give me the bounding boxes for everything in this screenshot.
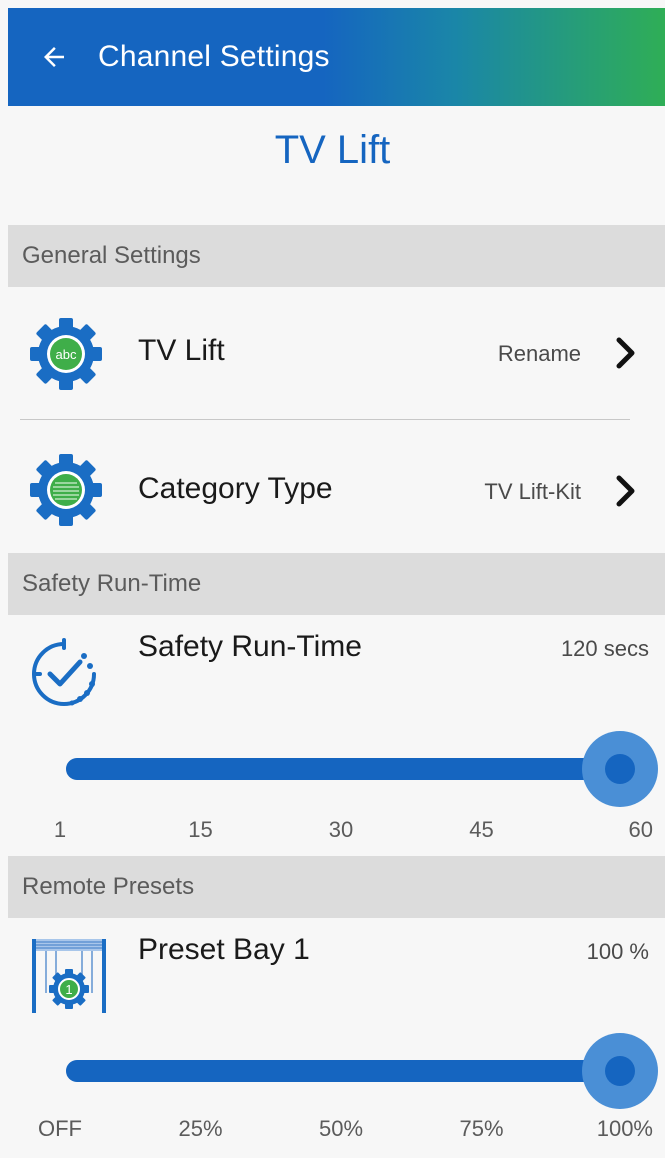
tick-label: 1	[53, 817, 67, 842]
tick-label: 15	[188, 817, 213, 842]
rename-action-label[interactable]: Rename	[498, 341, 581, 367]
channel-title: TV Lift	[274, 128, 391, 172]
safety-runtime-slider[interactable]	[66, 731, 658, 807]
slider-thumb[interactable]	[605, 1056, 635, 1086]
safety-runtime-row: Safety Run-Time 120 secs	[8, 616, 665, 736]
clock-check-icon	[32, 638, 96, 706]
preset-bay-slider[interactable]	[66, 1033, 658, 1109]
app-bar: Channel Settings	[8, 8, 665, 106]
tick-label: 50%	[318, 1116, 364, 1141]
tick-label: 30	[328, 817, 354, 842]
rename-row-label: TV Lift	[138, 334, 225, 367]
back-button[interactable]	[30, 33, 78, 81]
slider-thumb[interactable]	[605, 754, 635, 784]
safety-runtime-ticks: 1 15 30 45 60	[8, 817, 665, 847]
tick-label: 25%	[178, 1116, 223, 1141]
category-type-label: Category Type	[138, 472, 333, 505]
category-type-row[interactable]: Category Type TV Lift-Kit	[8, 420, 665, 552]
tick-label: 75%	[459, 1116, 504, 1141]
chevron-right-icon	[616, 337, 635, 369]
section-title: General Settings	[22, 242, 201, 269]
tick-label: 60	[628, 817, 653, 842]
safety-runtime-value: 120 secs	[560, 636, 649, 661]
gear-category-icon	[30, 454, 102, 526]
preset-bay-value: 100 %	[586, 939, 649, 964]
tick-label: 100%	[596, 1116, 653, 1141]
category-type-value: TV Lift-Kit	[484, 479, 581, 504]
arrow-left-icon	[44, 47, 64, 67]
section-header-safety: Safety Run-Time	[8, 553, 665, 615]
svg-text:1: 1	[65, 982, 72, 997]
slider-fill	[66, 758, 632, 780]
section-title: Remote Presets	[22, 873, 195, 900]
bay-gear-icon: 1	[32, 939, 106, 1013]
svg-text:abc: abc	[56, 347, 77, 362]
chevron-right-icon	[616, 475, 635, 507]
preset-bay-ticks: OFF 25% 50% 75% 100%	[8, 1116, 665, 1146]
section-title: Safety Run-Time	[22, 570, 202, 597]
safety-runtime-label: Safety Run-Time	[138, 630, 362, 663]
tick-label: OFF	[38, 1116, 82, 1141]
rename-row[interactable]: abc TV Lift Rename	[8, 288, 665, 418]
tick-label: 45	[469, 817, 494, 842]
gear-abc-icon: abc	[30, 318, 102, 390]
section-header-general: General Settings	[8, 225, 665, 287]
section-header-remote: Remote Presets	[8, 856, 665, 918]
preset-bay-row: 1 Preset Bay 1 100 %	[8, 919, 665, 1039]
app-bar-title: Channel Settings	[98, 40, 330, 73]
preset-bay-label: Preset Bay 1	[138, 933, 310, 966]
slider-fill	[66, 1060, 632, 1082]
